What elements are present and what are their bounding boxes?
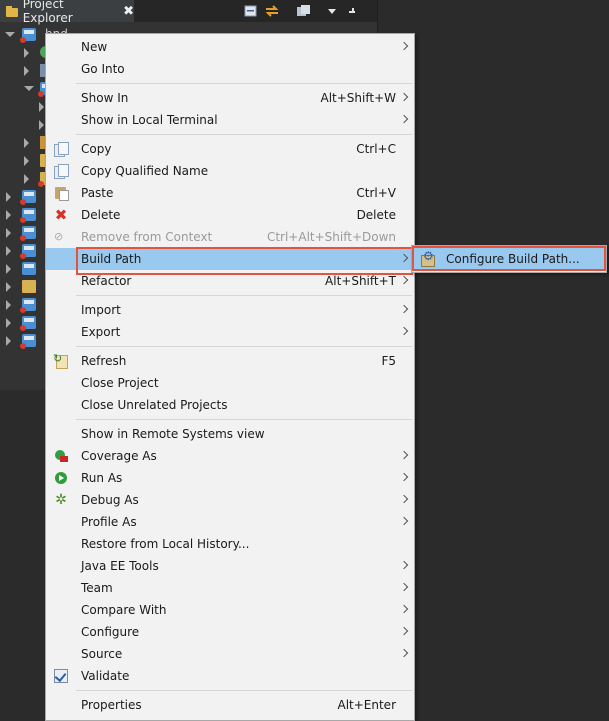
menu-item-validate[interactable]: Validate (46, 665, 414, 687)
build-path-submenu: Configure Build Path... (411, 245, 607, 273)
java-project-icon (20, 28, 36, 43)
menu-item-configure[interactable]: Configure (46, 621, 414, 643)
menu-item-profile-as[interactable]: Profile As (46, 511, 414, 533)
menu-item-import[interactable]: Import (46, 299, 414, 321)
collapse-all-icon[interactable] (241, 2, 261, 20)
menu-separator (76, 690, 412, 691)
remove-context-icon: ⊘ (54, 230, 64, 243)
submenu-arrow-icon (401, 41, 407, 52)
submenu-arrow-icon (401, 516, 407, 527)
project-explorer-icon (6, 5, 18, 17)
submenu-arrow-icon (401, 92, 407, 103)
coverage-icon (54, 449, 68, 463)
menu-item-remove-from-context: ⊘ Remove from Context Ctrl+Alt+Shift+Down (54, 230, 396, 244)
submenu-arrow-icon (401, 494, 407, 505)
delete-icon: ✖ (54, 206, 68, 224)
java-project-icon (22, 262, 36, 275)
submenu-arrow-icon (401, 304, 407, 315)
submenu-arrow-icon (401, 582, 407, 593)
menu-item-run-as[interactable]: Run As (46, 467, 414, 489)
menu-item-restore-from-local-history[interactable]: Restore from Local History... (46, 533, 414, 555)
menu-item-refresh[interactable]: RefreshF5 (46, 350, 414, 372)
menu-item-java-ee-tools[interactable]: Java EE Tools (46, 555, 414, 577)
run-icon (54, 471, 68, 485)
menu-item-build-path[interactable]: Build Path (46, 248, 414, 270)
menu-separator (76, 83, 412, 84)
debug-icon: ✲ (55, 492, 67, 508)
copy-qualified-icon (54, 164, 69, 179)
view-tab-bar: Project Explorer ✖ (0, 0, 377, 25)
submenu-arrow-icon (401, 253, 407, 264)
submenu-arrow-icon (401, 604, 407, 615)
menu-item-copy[interactable]: Copy Ctrl+C (46, 138, 414, 160)
paste-icon (54, 186, 69, 201)
menu-item-configure-build-path[interactable]: Configure Build Path... (414, 248, 604, 270)
menu-item-paste[interactable]: Paste Ctrl+V (46, 182, 414, 204)
configure-build-path-icon (420, 249, 435, 267)
java-project-icon (20, 298, 36, 313)
menu-item-close-project[interactable]: Close Project (46, 372, 414, 394)
menu-item-debug-as[interactable]: ✲ Debug As (46, 489, 414, 511)
submenu-arrow-icon (401, 626, 407, 637)
submenu-arrow-icon (401, 114, 407, 125)
close-icon[interactable]: ✖ (123, 4, 134, 19)
menu-item-close-unrelated-projects[interactable]: Close Unrelated Projects (46, 394, 414, 416)
context-menu: New Go Into Show In Alt+Shift+W Show in L… (45, 33, 415, 721)
menu-separator (76, 419, 412, 420)
view-menu-icon[interactable] (322, 2, 342, 20)
menu-separator (76, 295, 412, 296)
menu-item-coverage-as[interactable]: Coverage As (46, 445, 414, 467)
lower-panel (0, 392, 45, 719)
submenu-arrow-icon (401, 648, 407, 659)
minimize-icon[interactable] (342, 2, 362, 20)
refresh-icon (53, 352, 68, 369)
tab-project-explorer[interactable]: Project Explorer ✖ (0, 0, 134, 25)
menu-item-copy-qualified-name[interactable]: Copy Qualified Name (46, 160, 414, 182)
menu-item-team[interactable]: Team (46, 577, 414, 599)
submenu-arrow-icon (401, 560, 407, 571)
java-project-icon (20, 244, 36, 259)
menu-item-go-into[interactable]: Go Into (46, 58, 414, 80)
validate-check-icon (54, 669, 68, 683)
menu-item-delete[interactable]: ✖ Delete Delete (46, 204, 414, 226)
java-project-icon (20, 208, 36, 223)
java-project-icon (20, 334, 36, 349)
tab-title: Project Explorer (22, 0, 73, 25)
filter-icon[interactable] (294, 2, 314, 20)
menu-item-export[interactable]: Export (46, 321, 414, 343)
menu-item-properties[interactable]: Properties Alt+Enter (46, 694, 414, 716)
menu-item-compare-with[interactable]: Compare With (46, 599, 414, 621)
folder-icon (22, 280, 36, 293)
copy-icon (54, 142, 69, 157)
menu-item-source[interactable]: Source (46, 643, 414, 665)
menu-item-refactor[interactable]: Refactor Alt+Shift+T (46, 270, 414, 292)
submenu-arrow-icon (401, 275, 407, 286)
menu-separator (76, 134, 412, 135)
java-project-icon (20, 316, 36, 331)
link-with-editor-icon[interactable] (262, 2, 282, 20)
eclipse-window: Project Explorer ✖ hnd-KM (0, 0, 609, 721)
java-project-icon (20, 226, 36, 241)
menu-separator (76, 346, 412, 347)
menu-item-show-in-local-terminal[interactable]: Show in Local Terminal (46, 109, 414, 131)
submenu-arrow-icon (401, 326, 407, 337)
submenu-arrow-icon (401, 450, 407, 461)
menu-item-new[interactable]: New (46, 36, 414, 58)
menu-item-show-in[interactable]: Show In Alt+Shift+W (46, 87, 414, 109)
menu-item-show-in-remote-systems-view[interactable]: Show in Remote Systems view (46, 423, 414, 445)
submenu-arrow-icon (401, 472, 407, 483)
java-project-icon (20, 190, 36, 205)
